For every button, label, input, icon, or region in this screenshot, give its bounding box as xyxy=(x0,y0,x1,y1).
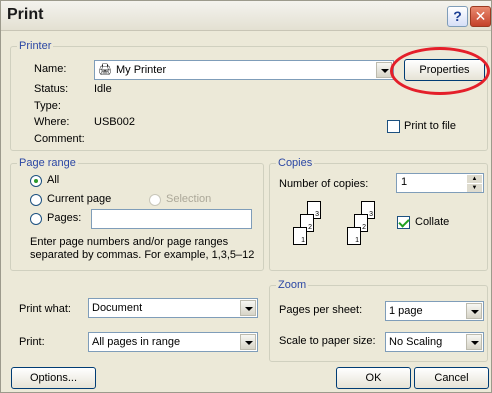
scale-to-paper-label: Scale to paper size: xyxy=(279,335,376,347)
where-label: Where: xyxy=(34,116,70,128)
close-button[interactable]: ✕ xyxy=(470,6,491,27)
pages-radio[interactable] xyxy=(30,213,42,225)
pages-per-sheet-label: Pages per sheet: xyxy=(279,304,363,316)
spinner-down-icon[interactable]: ▼ xyxy=(467,184,482,192)
pages-label[interactable]: Pages: xyxy=(47,212,81,224)
chevron-down-icon xyxy=(466,334,482,350)
where-value: USB002 xyxy=(94,116,135,128)
scale-to-paper-select[interactable]: No Scaling xyxy=(385,332,484,352)
cancel-label: Cancel xyxy=(434,372,469,384)
printer-icon: 🖨 xyxy=(98,64,112,76)
chevron-down-icon xyxy=(240,300,256,316)
close-icon: ✕ xyxy=(474,8,487,24)
scale-to-paper-value: No Scaling xyxy=(389,336,443,348)
options-label: Options... xyxy=(29,372,78,384)
spinner-up-icon[interactable]: ▲ xyxy=(467,175,482,183)
chevron-down-icon xyxy=(240,334,256,350)
number-of-copies-label: Number of copies: xyxy=(279,178,369,190)
options-button[interactable]: Options... xyxy=(11,367,96,389)
selection-label[interactable]: Selection xyxy=(166,193,211,205)
print-what-label: Print what: xyxy=(19,303,71,315)
print-what-select[interactable]: Document xyxy=(88,298,258,318)
pages-per-sheet-value: 1 page xyxy=(389,305,423,317)
all-pages-label[interactable]: All xyxy=(47,174,59,186)
title-bar[interactable]: Print ? ✕ xyxy=(1,1,491,31)
print-range-value: All pages in range xyxy=(92,336,181,348)
page-range-legend: Page range xyxy=(17,157,78,169)
collate-label[interactable]: Collate xyxy=(415,216,449,228)
cancel-button[interactable]: Cancel xyxy=(414,367,489,389)
printer-name-select[interactable]: 🖨 My Printer xyxy=(94,60,394,80)
zoom-legend: Zoom xyxy=(276,279,309,291)
collate-checkbox[interactable] xyxy=(397,216,410,229)
current-page-label[interactable]: Current page xyxy=(47,193,111,205)
copies-spinner[interactable]: 1 ▲ ▼ xyxy=(396,173,484,193)
ok-label: OK xyxy=(365,372,382,384)
status-label: Status: xyxy=(34,83,69,95)
selection-radio[interactable] xyxy=(149,194,161,206)
current-page-radio[interactable] xyxy=(30,194,42,206)
window-title: Print xyxy=(7,6,44,23)
page-range-hint-line2: separated by commas. For example, 1,3,5–… xyxy=(30,249,255,261)
type-label: Type: xyxy=(34,100,61,112)
page-icon: 1 xyxy=(347,227,361,245)
copies-legend: Copies xyxy=(276,157,315,169)
ok-button[interactable]: OK xyxy=(336,367,411,389)
print-to-file-checkbox[interactable] xyxy=(387,120,400,133)
name-label: Name: xyxy=(34,63,67,75)
printer-name-value: My Printer xyxy=(116,64,167,76)
print-label: Print: xyxy=(19,336,45,348)
print-to-file-label[interactable]: Print to file xyxy=(404,120,456,132)
help-icon: ? xyxy=(453,8,462,24)
page-range-hint-line1: Enter page numbers and/or page ranges xyxy=(30,236,229,248)
print-dialog: Print ? ✕ Printer Name: 🖨 My Printer Prop… xyxy=(0,0,492,393)
printer-legend: Printer xyxy=(17,40,54,52)
all-pages-radio[interactable] xyxy=(30,175,42,187)
status-value: Idle xyxy=(94,83,112,95)
chevron-down-icon xyxy=(466,303,482,319)
page-icon: 1 xyxy=(293,227,307,245)
pages-per-sheet-select[interactable]: 1 page xyxy=(385,301,484,321)
pages-input[interactable] xyxy=(91,209,252,229)
print-range-select[interactable]: All pages in range xyxy=(88,332,258,352)
help-button[interactable]: ? xyxy=(447,6,468,27)
comment-label: Comment: xyxy=(34,133,85,145)
copies-value: 1 xyxy=(401,176,408,188)
highlight-circle xyxy=(390,47,490,95)
print-what-value: Document xyxy=(92,302,143,314)
